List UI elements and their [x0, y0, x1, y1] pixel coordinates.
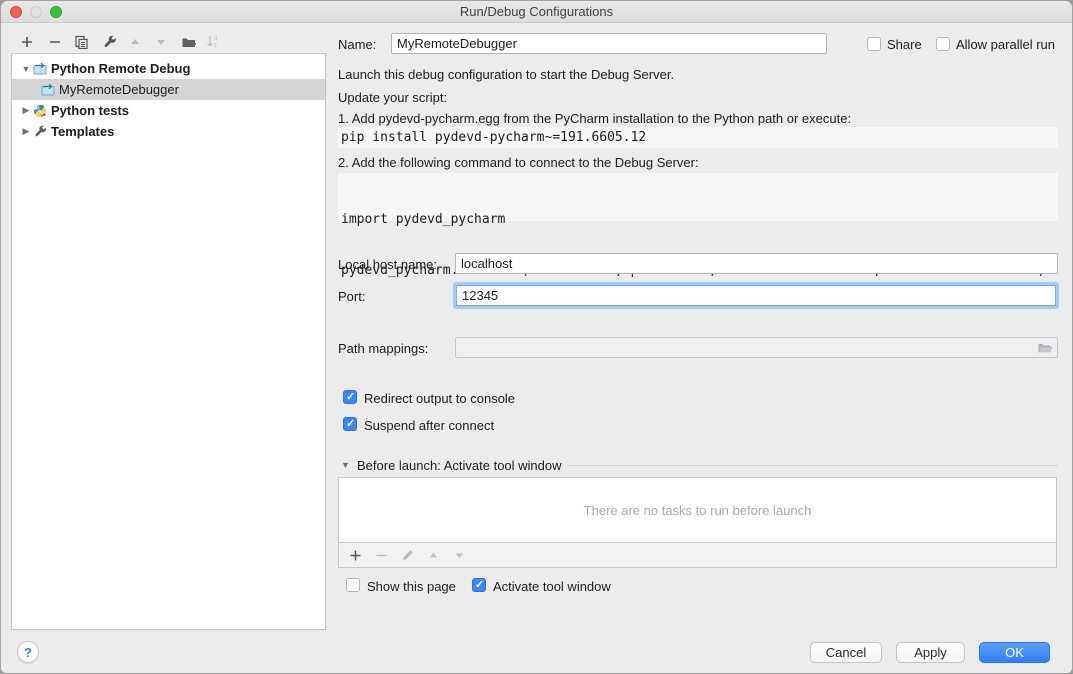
- path-mappings-field[interactable]: [455, 337, 1058, 358]
- window-title: Run/Debug Configurations: [1, 4, 1072, 19]
- tree-item-myremotedebugger[interactable]: MyRemoteDebugger: [12, 79, 325, 100]
- titlebar[interactable]: Run/Debug Configurations: [1, 1, 1072, 23]
- apply-button[interactable]: Apply: [896, 642, 965, 663]
- edit-task-button[interactable]: [399, 547, 415, 563]
- add-configuration-button[interactable]: [18, 33, 36, 51]
- port-input[interactable]: [456, 285, 1056, 306]
- local-host-name-label: Local host name:: [338, 257, 437, 272]
- chevron-down-icon[interactable]: ▼: [19, 64, 33, 74]
- copy-icon: [74, 35, 89, 50]
- allow-parallel-run-checkbox[interactable]: [936, 37, 950, 51]
- show-this-page-checkbox[interactable]: [346, 578, 360, 592]
- path-mappings-label: Path mappings:: [338, 341, 428, 356]
- before-launch-title: Before launch: Activate tool window: [357, 458, 562, 473]
- name-input[interactable]: [391, 33, 827, 54]
- new-folder-button[interactable]: [180, 33, 198, 51]
- tree-item-python-remote-debug[interactable]: ▼ Python Remote Debug: [12, 58, 325, 79]
- move-task-up-button[interactable]: [425, 547, 441, 563]
- instruction-line-2: Update your script:: [338, 90, 447, 105]
- share-checkbox[interactable]: [867, 37, 881, 51]
- edit-defaults-button[interactable]: [100, 33, 118, 51]
- remote-debug-icon: [41, 83, 55, 97]
- instruction-line-1: Launch this debug configuration to start…: [338, 67, 674, 82]
- python-tests-icon: [33, 104, 47, 118]
- folder-plus-icon: [181, 34, 197, 50]
- activate-tool-window-label: Activate tool window: [493, 579, 611, 594]
- before-launch-collapse-icon[interactable]: ▼: [341, 460, 350, 470]
- arrow-down-icon: [155, 36, 167, 48]
- arrow-up-icon: [129, 36, 141, 48]
- instruction-step-1: 1. Add pydevd-pycharm.egg from the PyCha…: [338, 111, 851, 126]
- arrow-down-icon: [454, 550, 465, 561]
- allow-parallel-run-label: Allow parallel run: [956, 37, 1055, 52]
- svg-text:z: z: [214, 43, 217, 49]
- wrench-icon: [33, 125, 47, 139]
- sort-az-icon: az: [205, 34, 221, 50]
- svg-text:a: a: [214, 36, 218, 42]
- ok-button[interactable]: OK: [979, 642, 1050, 663]
- suspend-after-connect-checkbox[interactable]: [343, 417, 357, 431]
- move-up-button[interactable]: [126, 33, 144, 51]
- port-label: Port:: [338, 289, 365, 304]
- code-line: import pydevd_pycharm: [341, 211, 1055, 228]
- activate-tool-window-checkbox[interactable]: [472, 578, 486, 592]
- tree-item-label: Templates: [51, 124, 114, 139]
- tree-item-label: MyRemoteDebugger: [59, 82, 179, 97]
- move-task-down-button[interactable]: [451, 547, 467, 563]
- pip-install-code-block: pip install pydevd-pycharm~=191.6605.12: [338, 127, 1058, 148]
- redirect-output-checkbox[interactable]: [343, 390, 357, 404]
- before-launch-tasks-list[interactable]: There are no tasks to run before launch: [338, 477, 1057, 543]
- cancel-button[interactable]: Cancel: [810, 642, 882, 663]
- tree-item-label: Python tests: [51, 103, 129, 118]
- remote-debug-icon: [33, 62, 47, 76]
- before-launch-toolbar: [338, 543, 1057, 568]
- chevron-right-icon[interactable]: ▶: [19, 126, 33, 137]
- instruction-step-2: 2. Add the following command to connect …: [338, 155, 699, 170]
- wrench-icon: [102, 35, 117, 50]
- redirect-output-label: Redirect output to console: [364, 391, 515, 406]
- tree-item-python-tests[interactable]: ▶ Python tests: [12, 100, 325, 121]
- show-this-page-label: Show this page: [367, 579, 456, 594]
- minus-icon: [48, 35, 62, 49]
- help-label: ?: [24, 645, 32, 660]
- share-label: Share: [887, 37, 922, 52]
- plus-icon: [20, 35, 34, 49]
- minus-icon: [375, 549, 388, 562]
- configurations-tree: ▼ Python Remote Debug MyRemoteDebugger ▶…: [11, 53, 326, 630]
- open-folder-icon[interactable]: [1037, 341, 1053, 358]
- copy-configuration-button[interactable]: [72, 33, 90, 51]
- local-host-name-input[interactable]: [455, 253, 1058, 274]
- before-launch-separator: [567, 465, 1058, 466]
- name-label: Name:: [338, 37, 376, 52]
- tree-item-templates[interactable]: ▶ Templates: [12, 121, 325, 142]
- sort-configurations-button[interactable]: az: [204, 33, 222, 51]
- plus-icon: [349, 549, 362, 562]
- help-button[interactable]: ?: [17, 641, 39, 663]
- suspend-after-connect-label: Suspend after connect: [364, 418, 494, 433]
- settrace-code-block: import pydevd_pycharm pydevd_pycharm.set…: [338, 173, 1058, 221]
- add-task-button[interactable]: [347, 547, 363, 563]
- run-debug-configurations-dialog: Run/Debug Configurations az ▼ Python Rem…: [0, 0, 1073, 674]
- no-tasks-message: There are no tasks to run before launch: [584, 503, 812, 518]
- remove-task-button[interactable]: [373, 547, 389, 563]
- arrow-up-icon: [428, 550, 439, 561]
- move-down-button[interactable]: [152, 33, 170, 51]
- remove-configuration-button[interactable]: [46, 33, 64, 51]
- chevron-right-icon[interactable]: ▶: [19, 105, 33, 116]
- tree-item-label: Python Remote Debug: [51, 61, 190, 76]
- pencil-icon: [401, 549, 414, 562]
